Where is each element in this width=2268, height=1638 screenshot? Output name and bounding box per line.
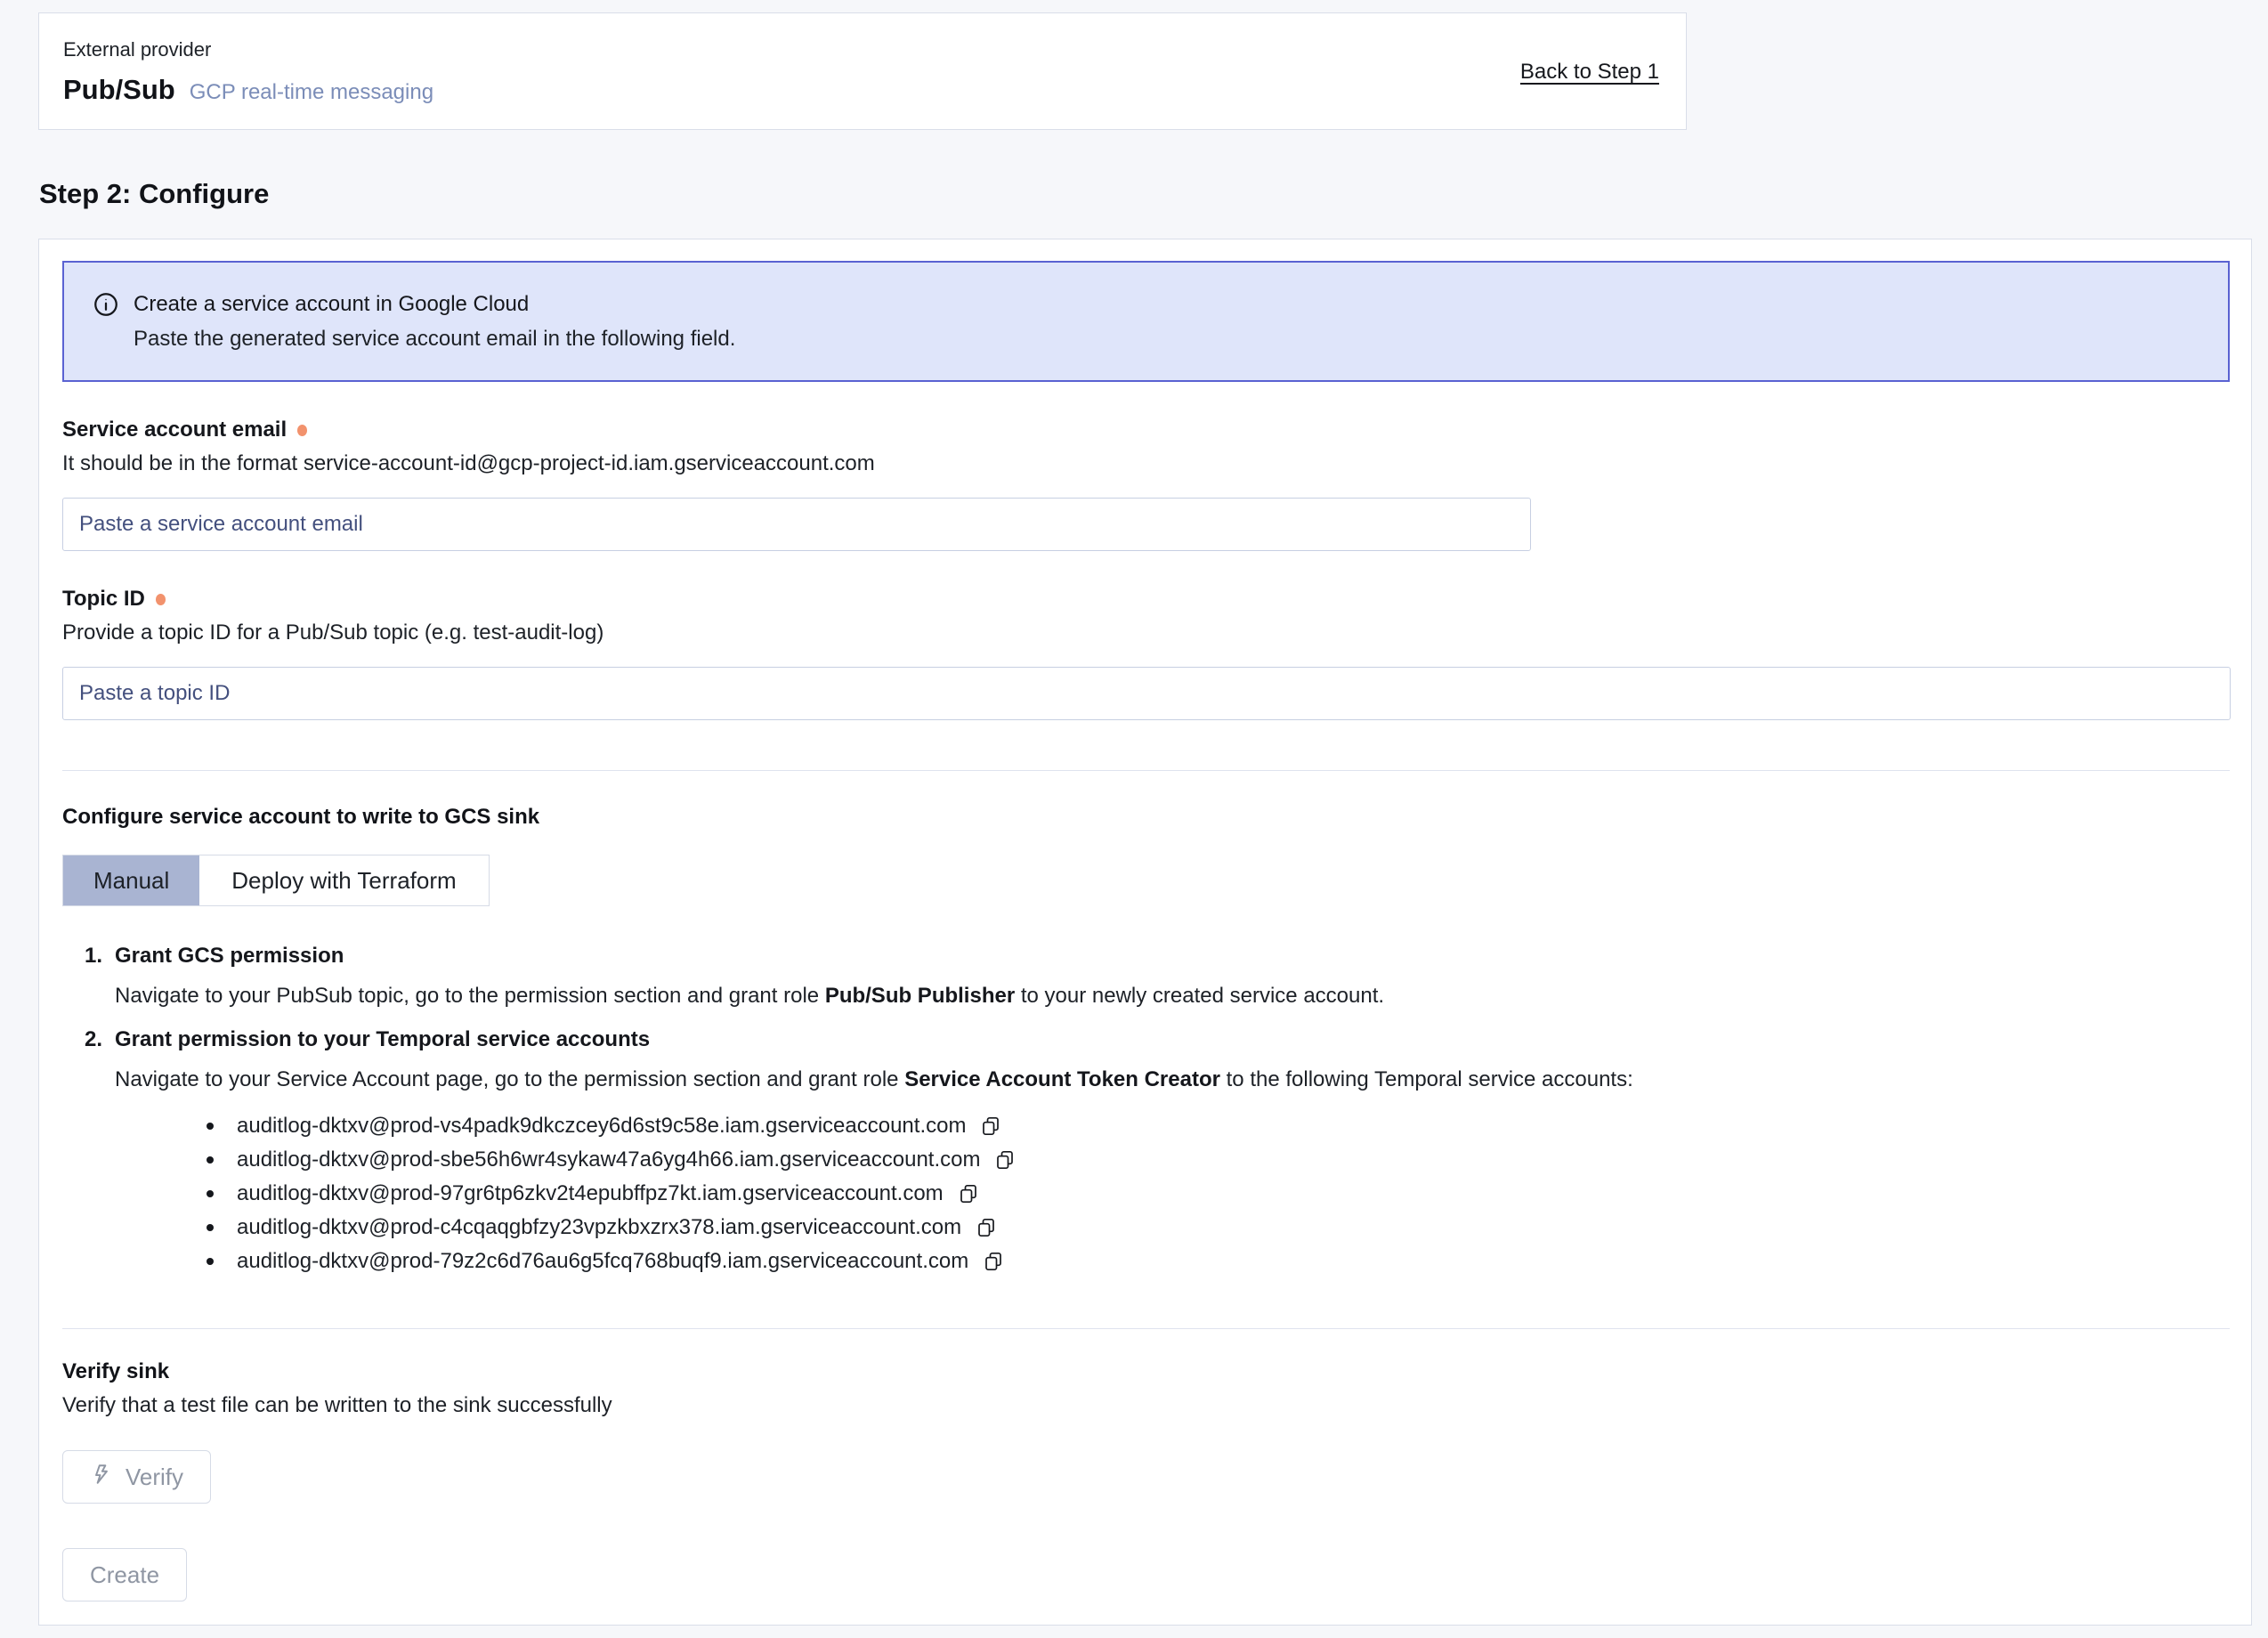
topic-id-input[interactable] [62,667,2231,720]
required-indicator [156,594,166,605]
step-body: Navigate to your PubSub topic, go to the… [115,981,2230,1011]
step-number: 2. [85,1027,108,1052]
list-item: auditlog-dktxv@prod-sbe56h6wr4sykaw47a6y… [207,1143,2230,1177]
copy-icon[interactable] [981,1249,1006,1274]
pubsub-configure-page: External provider Pub/Sub GCP real-time … [0,0,2268,1638]
provider-description: GCP real-time messaging [190,80,433,105]
verify-sink-subtitle: Verify that a test file can be written t… [62,1393,2230,1418]
temporal-service-account-list: auditlog-dktxv@prod-vs4padk9dkczcey6d6st… [85,1109,2230,1278]
topic-id-helper: Provide a topic ID for a Pub/Sub topic (… [62,620,2230,645]
list-item: auditlog-dktxv@prod-97gr6tp6zkv2t4epubff… [207,1177,2230,1211]
step-body: Navigate to your Service Account page, g… [115,1065,2230,1095]
banner-subtitle: Paste the generated service account emai… [134,327,2201,352]
provider-name: Pub/Sub [63,74,175,106]
configure-tabs: Manual Deploy with Terraform [62,855,490,906]
configure-section-title: Configure service account to write to GC… [62,805,2230,830]
step-title: Grant permission to your Temporal servic… [115,1027,650,1052]
info-banner: Create a service account in Google Cloud… [62,261,2230,382]
copy-icon[interactable] [956,1181,981,1206]
service-account-email-helper: It should be in the format service-accou… [62,451,2230,476]
info-icon [93,291,119,318]
create-button-label: Create [90,1561,159,1589]
service-account-email: auditlog-dktxv@prod-79z2c6d76au6g5fcq768… [237,1249,968,1274]
lightning-bolt-icon [90,1463,113,1492]
topic-id-label: Topic ID [62,587,145,612]
list-item: auditlog-dktxv@prod-vs4padk9dkczcey6d6st… [207,1109,2230,1143]
copy-icon[interactable] [978,1114,1003,1139]
external-provider-card: External provider Pub/Sub GCP real-time … [38,12,1687,130]
service-account-email-label: Service account email [62,418,287,442]
verify-button[interactable]: Verify [62,1450,211,1504]
instruction-step: 2. Grant permission to your Temporal ser… [85,1027,2230,1278]
section-divider [62,770,2230,771]
service-account-email-input[interactable] [62,498,1531,551]
step-title: Grant GCS permission [115,944,344,969]
manual-instructions: 1. Grant GCS permission Navigate to your… [85,944,2230,1278]
tab-deploy-with-terraform[interactable]: Deploy with Terraform [199,855,488,905]
copy-icon[interactable] [974,1215,999,1240]
list-item: auditlog-dktxv@prod-79z2c6d76au6g5fcq768… [207,1245,2230,1278]
service-account-email: auditlog-dktxv@prod-sbe56h6wr4sykaw47a6y… [237,1147,980,1172]
external-provider-label: External provider [63,38,1654,61]
back-to-step-1-link[interactable]: Back to Step 1 [1520,60,1659,85]
service-account-email: auditlog-dktxv@prod-97gr6tp6zkv2t4epubff… [237,1181,944,1206]
step-number: 1. [85,944,108,969]
verify-sink-title: Verify sink [62,1359,2230,1384]
list-item: auditlog-dktxv@prod-c4cqaqgbfzy23vpzkbxz… [207,1211,2230,1245]
banner-title: Create a service account in Google Cloud [134,292,529,317]
section-divider [62,1328,2230,1329]
service-account-email: auditlog-dktxv@prod-vs4padk9dkczcey6d6st… [237,1114,966,1139]
role-name: Service Account Token Creator [904,1067,1220,1091]
page-title: Step 2: Configure [39,178,2268,210]
instruction-step: 1. Grant GCS permission Navigate to your… [85,944,2230,1011]
role-name: Pub/Sub Publisher [825,984,1015,1008]
required-indicator [297,425,307,436]
tab-manual[interactable]: Manual [63,855,199,905]
copy-icon[interactable] [992,1147,1017,1172]
service-account-email: auditlog-dktxv@prod-c4cqaqgbfzy23vpzkbxz… [237,1215,961,1240]
verify-button-label: Verify [126,1464,183,1491]
create-button[interactable]: Create [62,1548,187,1602]
configure-card: Create a service account in Google Cloud… [38,239,2252,1626]
